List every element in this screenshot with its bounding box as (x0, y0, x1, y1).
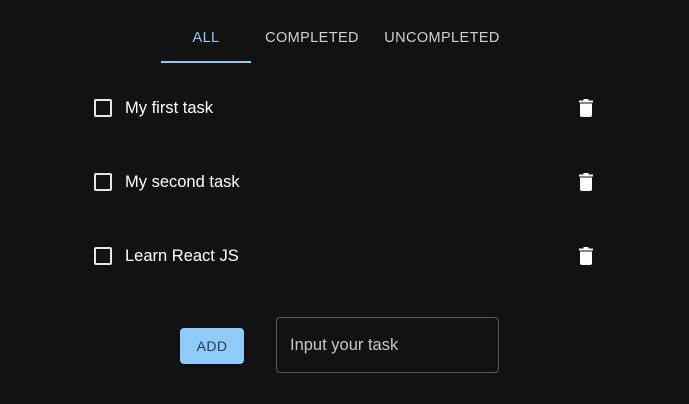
trash-icon (579, 99, 593, 117)
tab-all[interactable]: ALL (161, 18, 251, 63)
filter-tabs: ALL COMPLETED UNCOMPLETED (161, 18, 511, 63)
task-item: Learn React JS (94, 241, 593, 271)
tab-completed-label: COMPLETED (265, 29, 359, 46)
task-text: My second task (125, 172, 240, 191)
todo-app: ALL COMPLETED UNCOMPLETED My first task … (0, 0, 689, 404)
trash-icon (579, 173, 593, 191)
task-checkbox[interactable] (94, 99, 112, 117)
delete-task-button[interactable] (571, 167, 601, 197)
task-text: My first task (125, 98, 214, 117)
task-text: Learn React JS (125, 246, 239, 265)
add-task-button[interactable]: ADD (180, 328, 244, 364)
tab-uncompleted[interactable]: UNCOMPLETED (373, 18, 511, 63)
task-checkbox[interactable] (94, 247, 112, 265)
task-item: My second task (94, 167, 593, 197)
tab-completed[interactable]: COMPLETED (251, 18, 373, 63)
task-checkbox[interactable] (94, 173, 112, 191)
delete-task-button[interactable] (571, 93, 601, 123)
delete-task-button[interactable] (571, 241, 601, 271)
tab-all-label: ALL (192, 29, 220, 46)
task-input[interactable] (276, 317, 499, 373)
trash-icon (579, 247, 593, 265)
tab-uncompleted-label: UNCOMPLETED (384, 29, 500, 46)
task-item: My first task (94, 93, 593, 123)
